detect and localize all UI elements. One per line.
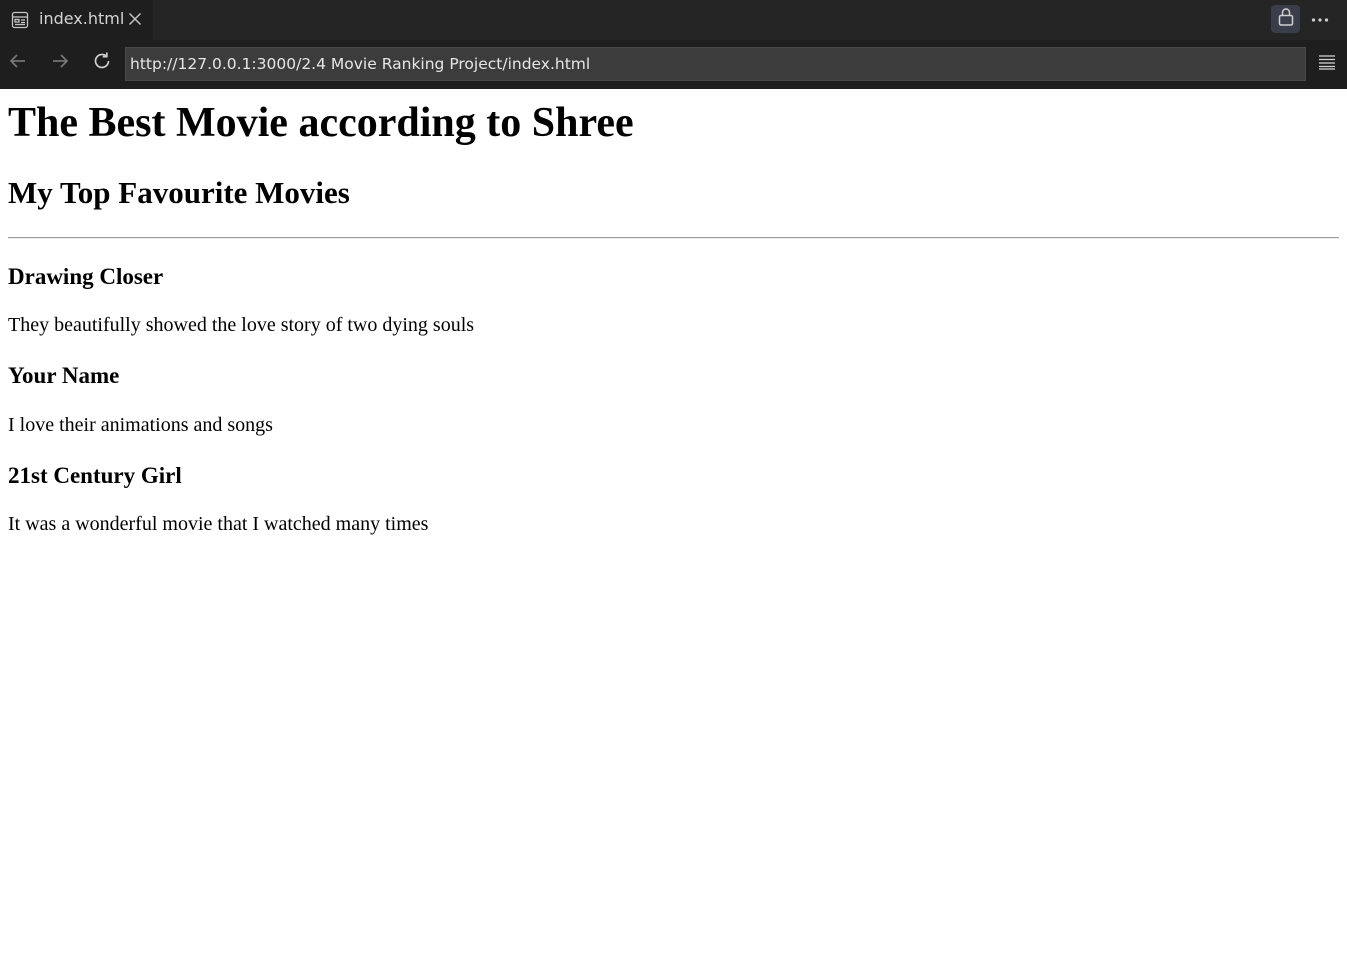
movie-item: Your Name I love their animations and so… (8, 363, 1339, 436)
movie-description: I love their animations and songs (8, 413, 273, 436)
movie-item: 21st Century Girl It was a wonderful mov… (8, 463, 1339, 536)
movie-item: Drawing Closer They beautifully showed t… (8, 264, 1339, 337)
forward-button[interactable] (47, 50, 73, 76)
preview-icon (11, 11, 29, 29)
movie-description: It was a wonderful movie that I watched … (8, 513, 429, 536)
close-icon[interactable] (126, 10, 144, 28)
address-bar[interactable]: http://127.0.0.1:3000/2.4 Movie Ranking … (125, 47, 1306, 81)
reload-button[interactable] (89, 50, 115, 76)
reload-icon (91, 50, 113, 77)
menu-button[interactable] (1315, 53, 1339, 75)
movie-title: 21st Century Girl (8, 462, 182, 488)
back-button[interactable] (5, 50, 31, 76)
more-actions-button[interactable] (1306, 6, 1334, 32)
movie-title: Your Name (8, 363, 120, 389)
divider (8, 236, 1339, 239)
arrow-left-icon (8, 51, 28, 76)
page-title: The Best Movie according to Shree (8, 100, 634, 146)
movie-description: They beautifully showed the love story o… (8, 314, 475, 337)
menu-icon (1318, 54, 1336, 75)
tab-index-html[interactable]: index.html (0, 0, 153, 40)
movie-title: Drawing Closer (8, 263, 164, 289)
more-icon (1311, 10, 1329, 28)
lock-button[interactable] (1271, 5, 1300, 33)
page-content: The Best Movie according to Shree My Top… (0, 89, 1347, 954)
arrow-right-icon (50, 51, 70, 76)
tab-label: index.html (39, 9, 125, 28)
page-subtitle: My Top Favourite Movies (8, 175, 350, 211)
browser-nav-bar: http://127.0.0.1:3000/2.4 Movie Ranking … (0, 40, 1347, 89)
lock-icon (1277, 7, 1295, 32)
tab-bar: index.html (0, 0, 1347, 40)
